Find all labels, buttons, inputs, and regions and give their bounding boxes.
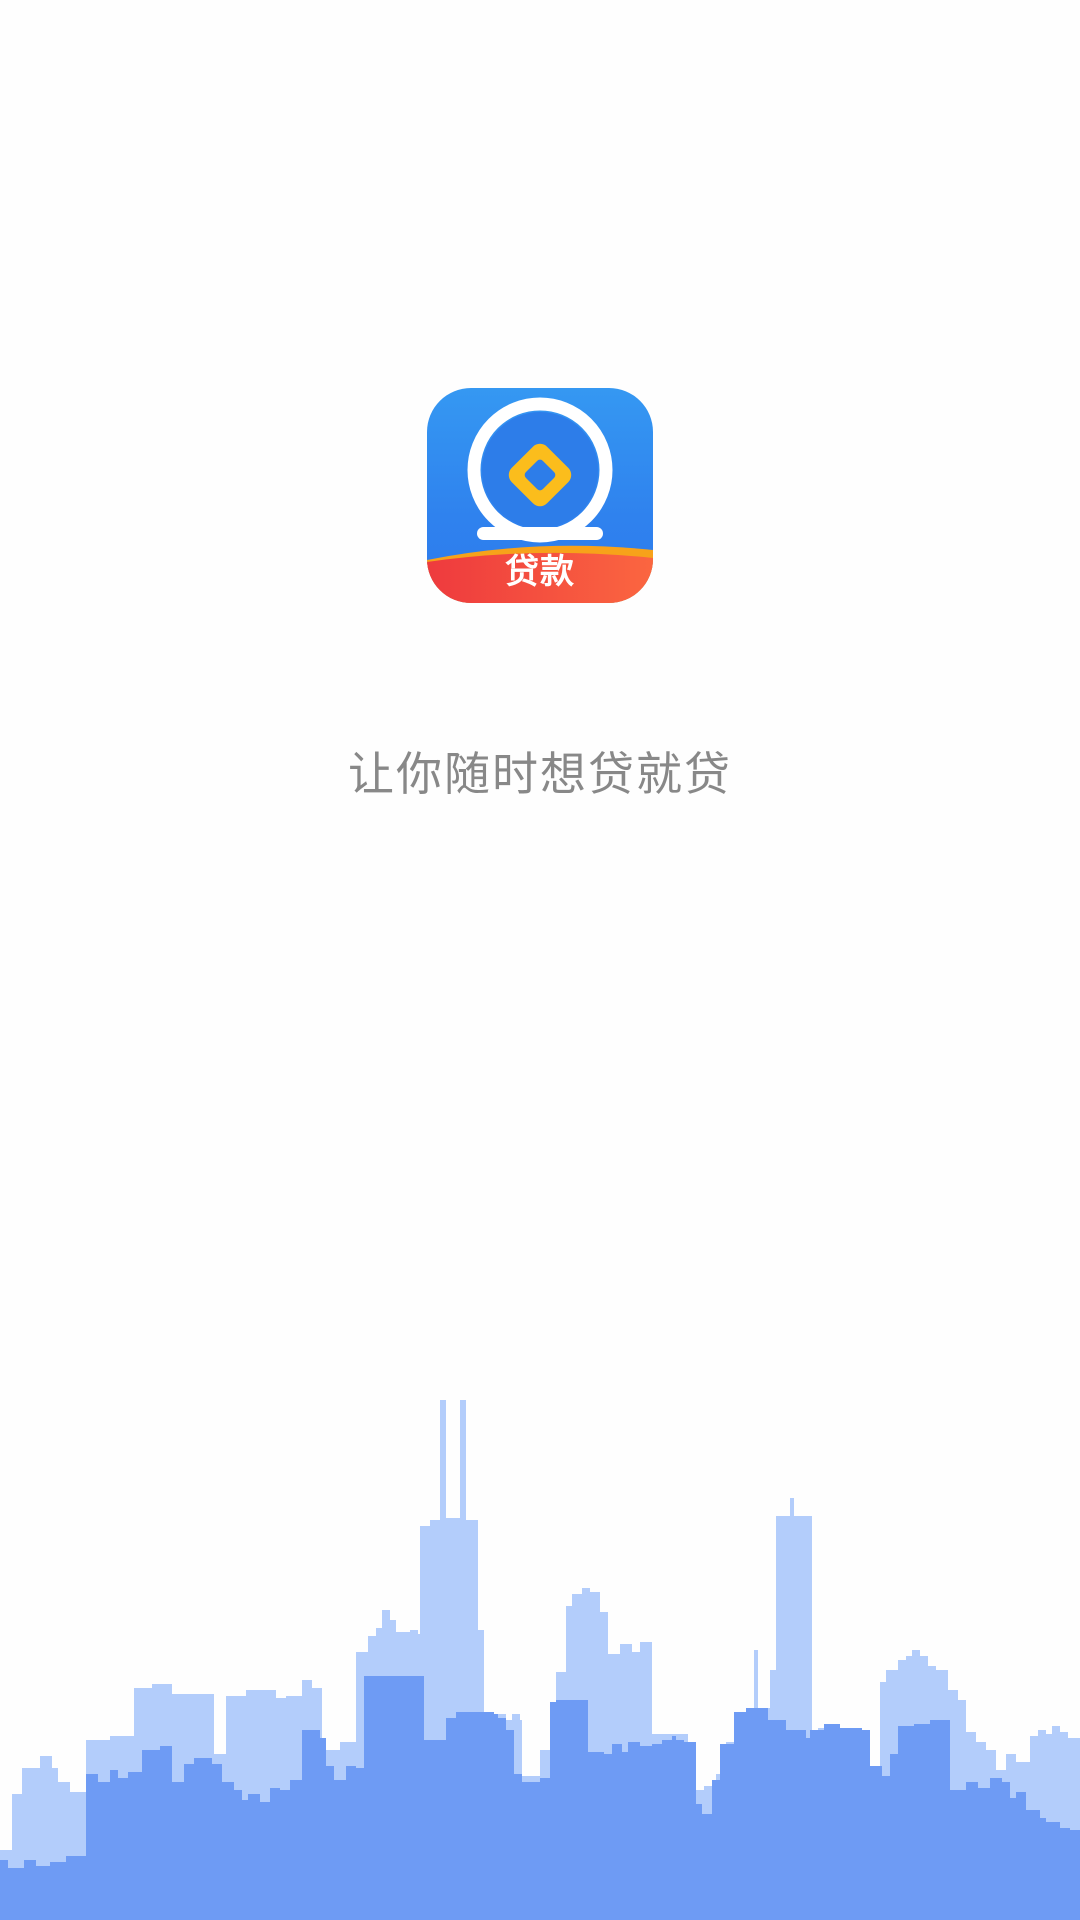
splash-screen: 贷款 让你随时想贷就贷 — [0, 0, 1080, 1920]
app-logo: 贷款 — [427, 388, 653, 603]
slogan-text: 让你随时想贷就贷 — [348, 747, 732, 801]
app-logo-badge-text: 贷款 — [505, 552, 575, 592]
city-skyline-icon — [0, 1400, 1080, 1920]
